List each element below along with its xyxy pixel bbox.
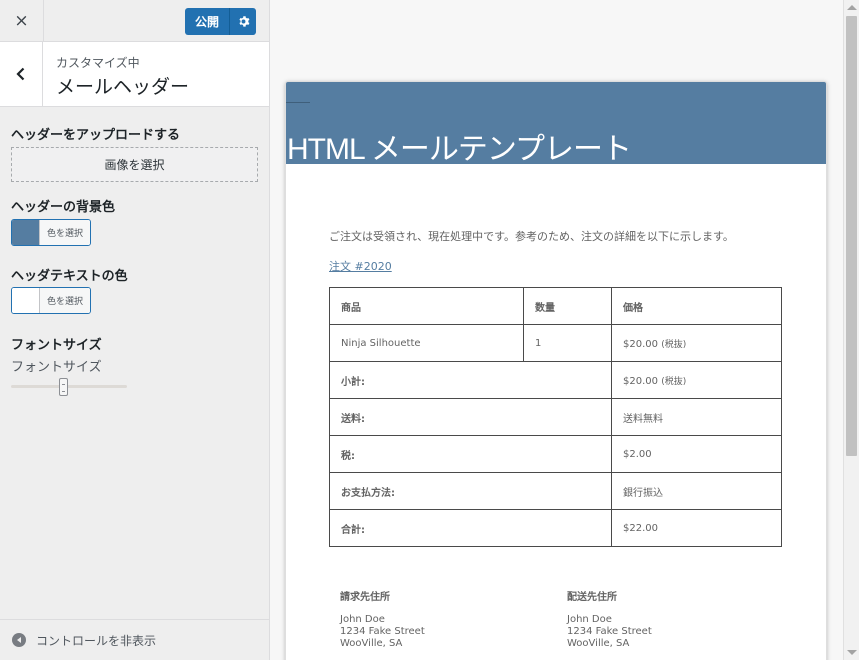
billing-name: John Doe	[340, 614, 385, 625]
scroll-thumb[interactable]	[846, 16, 857, 456]
close-button[interactable]: ×	[0, 0, 44, 42]
customizer-sidebar: × 公開 カスタマイズ中 メールヘッダー ヘッダーをアップロードする 画像を選択…	[0, 0, 270, 660]
font-size-slider[interactable]	[11, 378, 127, 396]
chevron-left-icon	[16, 67, 25, 81]
email-preview: HTML メールテンプレート ご注文は受領され、現在処理中です。参考のため、注文…	[285, 81, 827, 660]
subtotal-label: 小計:	[329, 361, 612, 399]
column-header-qty: 数量	[523, 287, 612, 325]
publish-button[interactable]: 公開	[185, 8, 229, 35]
scroll-up-arrow[interactable]	[847, 5, 857, 10]
hide-controls-label: コントロールを非表示	[36, 633, 157, 648]
payment-label: お支払方法:	[329, 472, 612, 510]
scroll-down-arrow[interactable]	[847, 650, 857, 655]
header-divider	[286, 102, 310, 103]
bg-color-picker[interactable]: 色を選択	[11, 219, 91, 246]
table-row: 送料: 送料無料	[329, 398, 782, 436]
column-header-product: 商品	[329, 287, 524, 325]
font-size-label: フォントサイズ	[11, 338, 102, 353]
tax-label: 税:	[329, 435, 612, 473]
customizer-topbar: × 公開	[0, 0, 269, 42]
total-label: 合計:	[329, 509, 612, 547]
bg-color-label: ヘッダーの背景色	[11, 200, 116, 215]
select-image-button[interactable]: 画像を選択	[11, 147, 258, 182]
publish-settings-button[interactable]	[229, 8, 256, 35]
slider-thumb[interactable]	[59, 378, 68, 396]
back-button[interactable]	[0, 42, 43, 106]
subtotal-cell: $20.00 (税抜)	[611, 361, 782, 399]
email-title: HTML メールテンプレート	[287, 133, 632, 166]
billing-address: 請求先住所 John Doe 1234 Fake Street WooVille…	[340, 592, 425, 650]
email-intro: ご注文は受領され、現在処理中です。参考のため、注文の詳細を以下に示します。	[329, 230, 734, 243]
shipping-name: John Doe	[567, 614, 612, 625]
slider-track	[11, 385, 127, 388]
table-row: Ninja Silhouette 1 $20.00 (税抜)	[329, 324, 782, 362]
table-row: お支払方法: 銀行振込	[329, 472, 782, 510]
bg-color-select-label: 色を選択	[39, 220, 90, 245]
publish-group: 公開	[185, 8, 256, 35]
subtotal-value: $20.00	[623, 375, 658, 387]
item-price: $20.00	[623, 338, 658, 350]
shipping-city: WooVille, SA	[567, 638, 630, 649]
shipping-address: 配送先住所 John Doe 1234 Fake Street WooVille…	[567, 592, 652, 650]
item-price-cell: $20.00 (税抜)	[611, 324, 782, 362]
table-row: 合計: $22.00	[329, 509, 782, 547]
tax-value: $2.00	[611, 435, 782, 473]
collapse-icon	[12, 633, 26, 647]
preview-scrollbar[interactable]	[843, 0, 859, 660]
section-title: メールヘッダー	[56, 76, 190, 98]
shipping-title: 配送先住所	[567, 592, 617, 603]
shipping-value: 送料無料	[611, 398, 782, 436]
item-tax-note: (税抜)	[661, 339, 687, 350]
shipping-street: 1234 Fake Street	[567, 626, 652, 637]
table-row: 税: $2.00	[329, 435, 782, 473]
billing-city: WooVille, SA	[340, 638, 403, 649]
section-header: カスタマイズ中 メールヘッダー	[0, 42, 269, 107]
table-row: 小計: $20.00 (税抜)	[329, 361, 782, 399]
subtotal-note: (税抜)	[661, 376, 687, 387]
font-size-sublabel: フォントサイズ	[11, 360, 102, 375]
gear-icon	[238, 16, 249, 27]
bg-color-swatch	[12, 220, 39, 245]
close-icon: ×	[14, 11, 29, 31]
total-value: $22.00	[611, 509, 782, 547]
item-name: Ninja Silhouette	[329, 324, 524, 362]
item-qty: 1	[523, 324, 612, 362]
text-color-picker[interactable]: 色を選択	[11, 287, 91, 314]
column-header-price: 価格	[611, 287, 782, 325]
email-header: HTML メールテンプレート	[286, 82, 826, 166]
billing-title: 請求先住所	[340, 592, 390, 603]
header-upload-label: ヘッダーをアップロードする	[11, 128, 181, 143]
text-color-select-label: 色を選択	[39, 288, 90, 313]
text-color-label: ヘッダテキストの色	[11, 269, 128, 284]
payment-value: 銀行振込	[611, 472, 782, 510]
order-table: 商品 数量 価格 Ninja Silhouette 1 $20.00 (税抜) …	[329, 287, 782, 547]
order-link[interactable]: 注文 #2020	[329, 258, 392, 274]
table-header-row: 商品 数量 価格	[329, 287, 782, 325]
text-color-swatch	[12, 288, 39, 313]
shipping-label: 送料:	[329, 398, 612, 436]
billing-street: 1234 Fake Street	[340, 626, 425, 637]
hide-controls-button[interactable]: コントロールを非表示	[0, 619, 269, 660]
customizing-label: カスタマイズ中	[56, 56, 140, 70]
